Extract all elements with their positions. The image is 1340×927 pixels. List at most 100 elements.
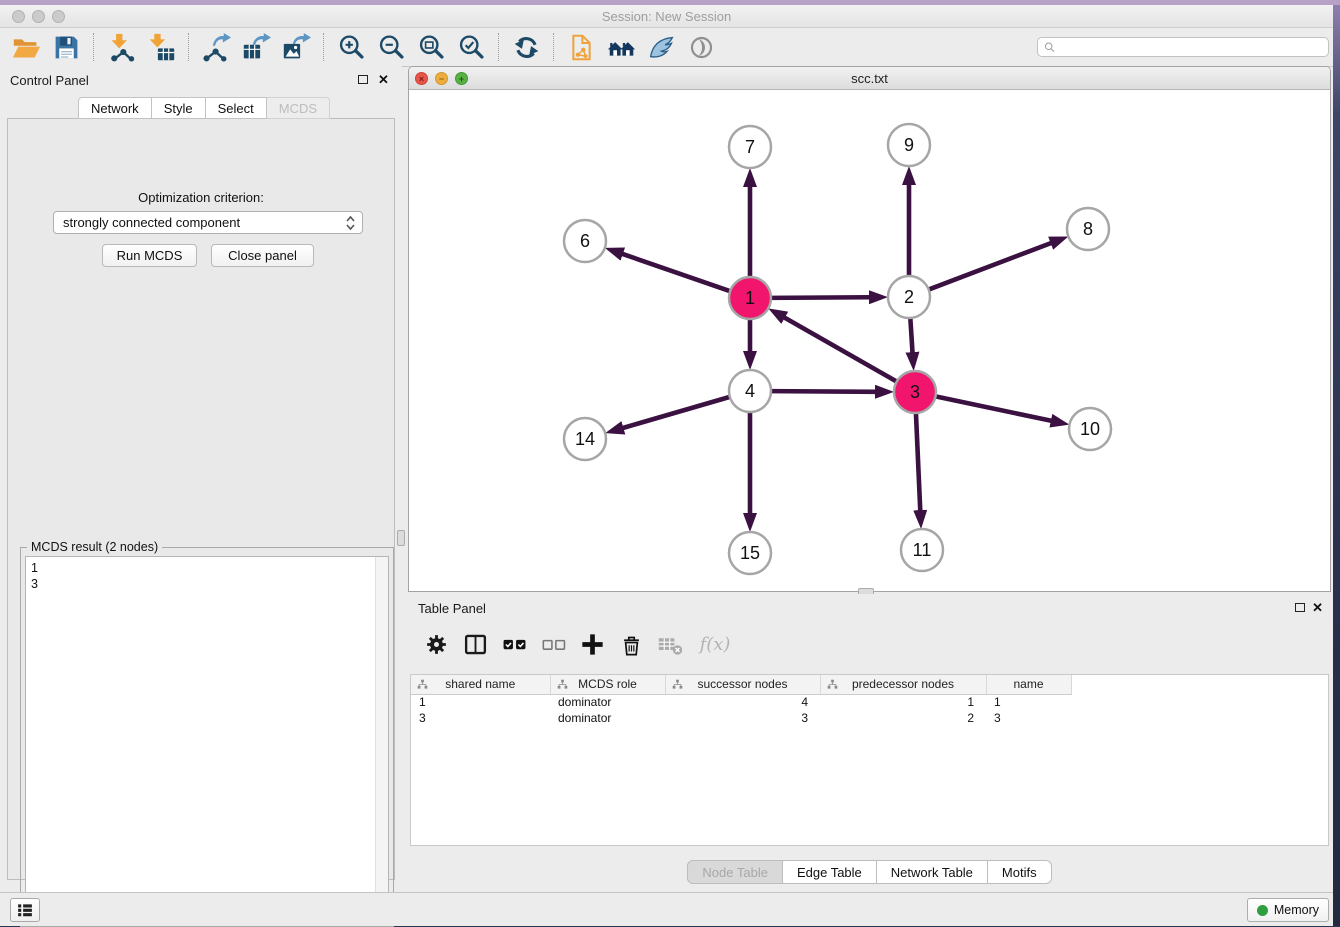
open-folder-button[interactable] bbox=[6, 30, 46, 64]
tab-node-table[interactable]: Node Table bbox=[687, 860, 783, 884]
table-row[interactable]: 1dominator411 bbox=[411, 694, 1071, 710]
criterion-select[interactable]: strongly connected component bbox=[53, 211, 363, 234]
column-header-successor-nodes[interactable]: successor nodes bbox=[665, 675, 820, 694]
list-icon bbox=[15, 900, 35, 920]
float-table-panel-icon[interactable] bbox=[1295, 603, 1305, 612]
table-cell[interactable]: 3 bbox=[665, 710, 820, 726]
table-toolbar: f(x) bbox=[422, 624, 735, 664]
deselect-all-button[interactable] bbox=[539, 630, 567, 658]
network-canvas[interactable]: 7 9 6 8 1 2 4 3 14 10 15 11 bbox=[409, 90, 1330, 592]
graph-node-7[interactable]: 7 bbox=[729, 126, 771, 168]
memory-button[interactable]: Memory bbox=[1247, 898, 1329, 922]
close-panel-icon[interactable]: ✕ bbox=[378, 75, 389, 85]
table-cell[interactable]: 3 bbox=[986, 710, 1071, 726]
close-panel-button[interactable]: Close panel bbox=[211, 244, 314, 267]
table-cell[interactable]: dominator bbox=[550, 710, 665, 726]
mcds-result-text[interactable]: 1 3 bbox=[25, 556, 389, 922]
app-window: Session: New Session Control Panel ✕ Net… bbox=[0, 5, 1333, 926]
task-history-button[interactable] bbox=[10, 898, 40, 922]
graph-edge-2-3[interactable] bbox=[910, 318, 912, 353]
graph-edge-3-11[interactable] bbox=[916, 413, 920, 511]
column-header-shared-name[interactable]: shared name bbox=[411, 675, 550, 694]
graph-node-3[interactable]: 3 bbox=[894, 371, 936, 413]
search-input[interactable] bbox=[1056, 39, 1323, 55]
graph-node-10[interactable]: 10 bbox=[1069, 408, 1111, 450]
graph-edge-4-3[interactable] bbox=[771, 391, 876, 392]
graph-node-2[interactable]: 2 bbox=[888, 276, 930, 318]
graph-node-6[interactable]: 6 bbox=[564, 220, 606, 262]
fx-button[interactable]: f(x) bbox=[695, 630, 735, 658]
tab-network[interactable]: Network bbox=[78, 97, 152, 119]
wing-button[interactable] bbox=[641, 30, 681, 64]
save-button[interactable] bbox=[46, 30, 86, 64]
tab-mcds[interactable]: MCDS bbox=[267, 97, 330, 119]
refresh-button[interactable] bbox=[506, 30, 546, 64]
graph-node-15[interactable]: 15 bbox=[729, 532, 771, 574]
column-label: shared name bbox=[445, 677, 515, 691]
open-folder-icon bbox=[12, 33, 41, 62]
table-cell[interactable]: dominator bbox=[550, 694, 665, 710]
table-cell[interactable]: 4 bbox=[665, 694, 820, 710]
table-cell[interactable]: 1 bbox=[820, 694, 986, 710]
zoom-out-icon bbox=[377, 33, 406, 62]
node-table: shared name MCDS role successor nodesprede… bbox=[411, 675, 1072, 726]
export-image-button[interactable] bbox=[276, 30, 316, 64]
export-table-button[interactable] bbox=[236, 30, 276, 64]
houses-button[interactable] bbox=[601, 30, 641, 64]
zoom-selected-icon bbox=[457, 33, 486, 62]
plus-icon bbox=[580, 632, 605, 657]
network-window-titlebar[interactable]: × − + scc.txt bbox=[409, 67, 1330, 90]
zoom-out-button[interactable] bbox=[371, 30, 411, 64]
tree-icon bbox=[672, 679, 683, 690]
status-bar: Memory bbox=[0, 892, 1333, 926]
delete-table-button[interactable] bbox=[656, 630, 684, 658]
zoom-selected-button[interactable] bbox=[451, 30, 491, 64]
graph-node-14[interactable]: 14 bbox=[564, 418, 606, 460]
float-panel-icon[interactable] bbox=[358, 75, 368, 84]
column-header-mcds-role[interactable]: MCDS role bbox=[550, 675, 665, 694]
column-label: MCDS role bbox=[578, 677, 637, 691]
table-cell[interactable]: 3 bbox=[411, 710, 550, 726]
vertical-splitter-handle[interactable] bbox=[397, 530, 405, 546]
tab-edge-table[interactable]: Edge Table bbox=[783, 860, 877, 884]
table-cell[interactable]: 1 bbox=[986, 694, 1071, 710]
graph-node-9[interactable]: 9 bbox=[888, 124, 930, 166]
search-field[interactable] bbox=[1037, 37, 1329, 57]
graph-edge-3-1[interactable] bbox=[784, 317, 897, 381]
tab-style[interactable]: Style bbox=[152, 97, 206, 119]
eye-button[interactable] bbox=[681, 30, 721, 64]
zoom-fit-button[interactable] bbox=[411, 30, 451, 64]
graph-edge-3-10[interactable] bbox=[936, 396, 1052, 421]
svg-text:1: 1 bbox=[745, 288, 755, 308]
svg-text:11: 11 bbox=[913, 540, 932, 560]
import-network-button[interactable] bbox=[101, 30, 141, 64]
table-cell[interactable]: 1 bbox=[411, 694, 550, 710]
column-header-predecessor-nodes[interactable]: predecessor nodes bbox=[820, 675, 986, 694]
graph-node-8[interactable]: 8 bbox=[1067, 208, 1109, 250]
graph-edge-2-8[interactable] bbox=[929, 243, 1052, 290]
run-mcds-button[interactable]: Run MCDS bbox=[102, 244, 197, 267]
tab-select[interactable]: Select bbox=[206, 97, 267, 119]
select-all-button[interactable] bbox=[500, 630, 528, 658]
graph-node-1[interactable]: 1 bbox=[729, 277, 771, 319]
export-network-button[interactable] bbox=[196, 30, 236, 64]
graph-node-11[interactable]: 11 bbox=[901, 529, 943, 571]
trash-button[interactable] bbox=[617, 630, 645, 658]
import-table-button[interactable] bbox=[141, 30, 181, 64]
graph-node-4[interactable]: 4 bbox=[729, 370, 771, 412]
tab-motifs[interactable]: Motifs bbox=[988, 860, 1052, 884]
gear-button[interactable] bbox=[422, 630, 450, 658]
close-table-panel-icon[interactable]: ✕ bbox=[1312, 603, 1323, 613]
table-row[interactable]: 3dominator323 bbox=[411, 710, 1071, 726]
plus-button[interactable] bbox=[578, 630, 606, 658]
graph-edge-4-14[interactable] bbox=[622, 397, 729, 428]
column-header-name[interactable]: name bbox=[986, 675, 1071, 694]
zoom-in-button[interactable] bbox=[331, 30, 371, 64]
tab-network-table[interactable]: Network Table bbox=[877, 860, 988, 884]
columns-button[interactable] bbox=[461, 630, 489, 658]
graph-edge-1-6[interactable] bbox=[622, 254, 730, 291]
table-cell[interactable]: 2 bbox=[820, 710, 986, 726]
graph-edge-1-2[interactable] bbox=[771, 297, 870, 298]
result-scrollbar[interactable] bbox=[375, 557, 388, 921]
document-network-button[interactable] bbox=[561, 30, 601, 64]
